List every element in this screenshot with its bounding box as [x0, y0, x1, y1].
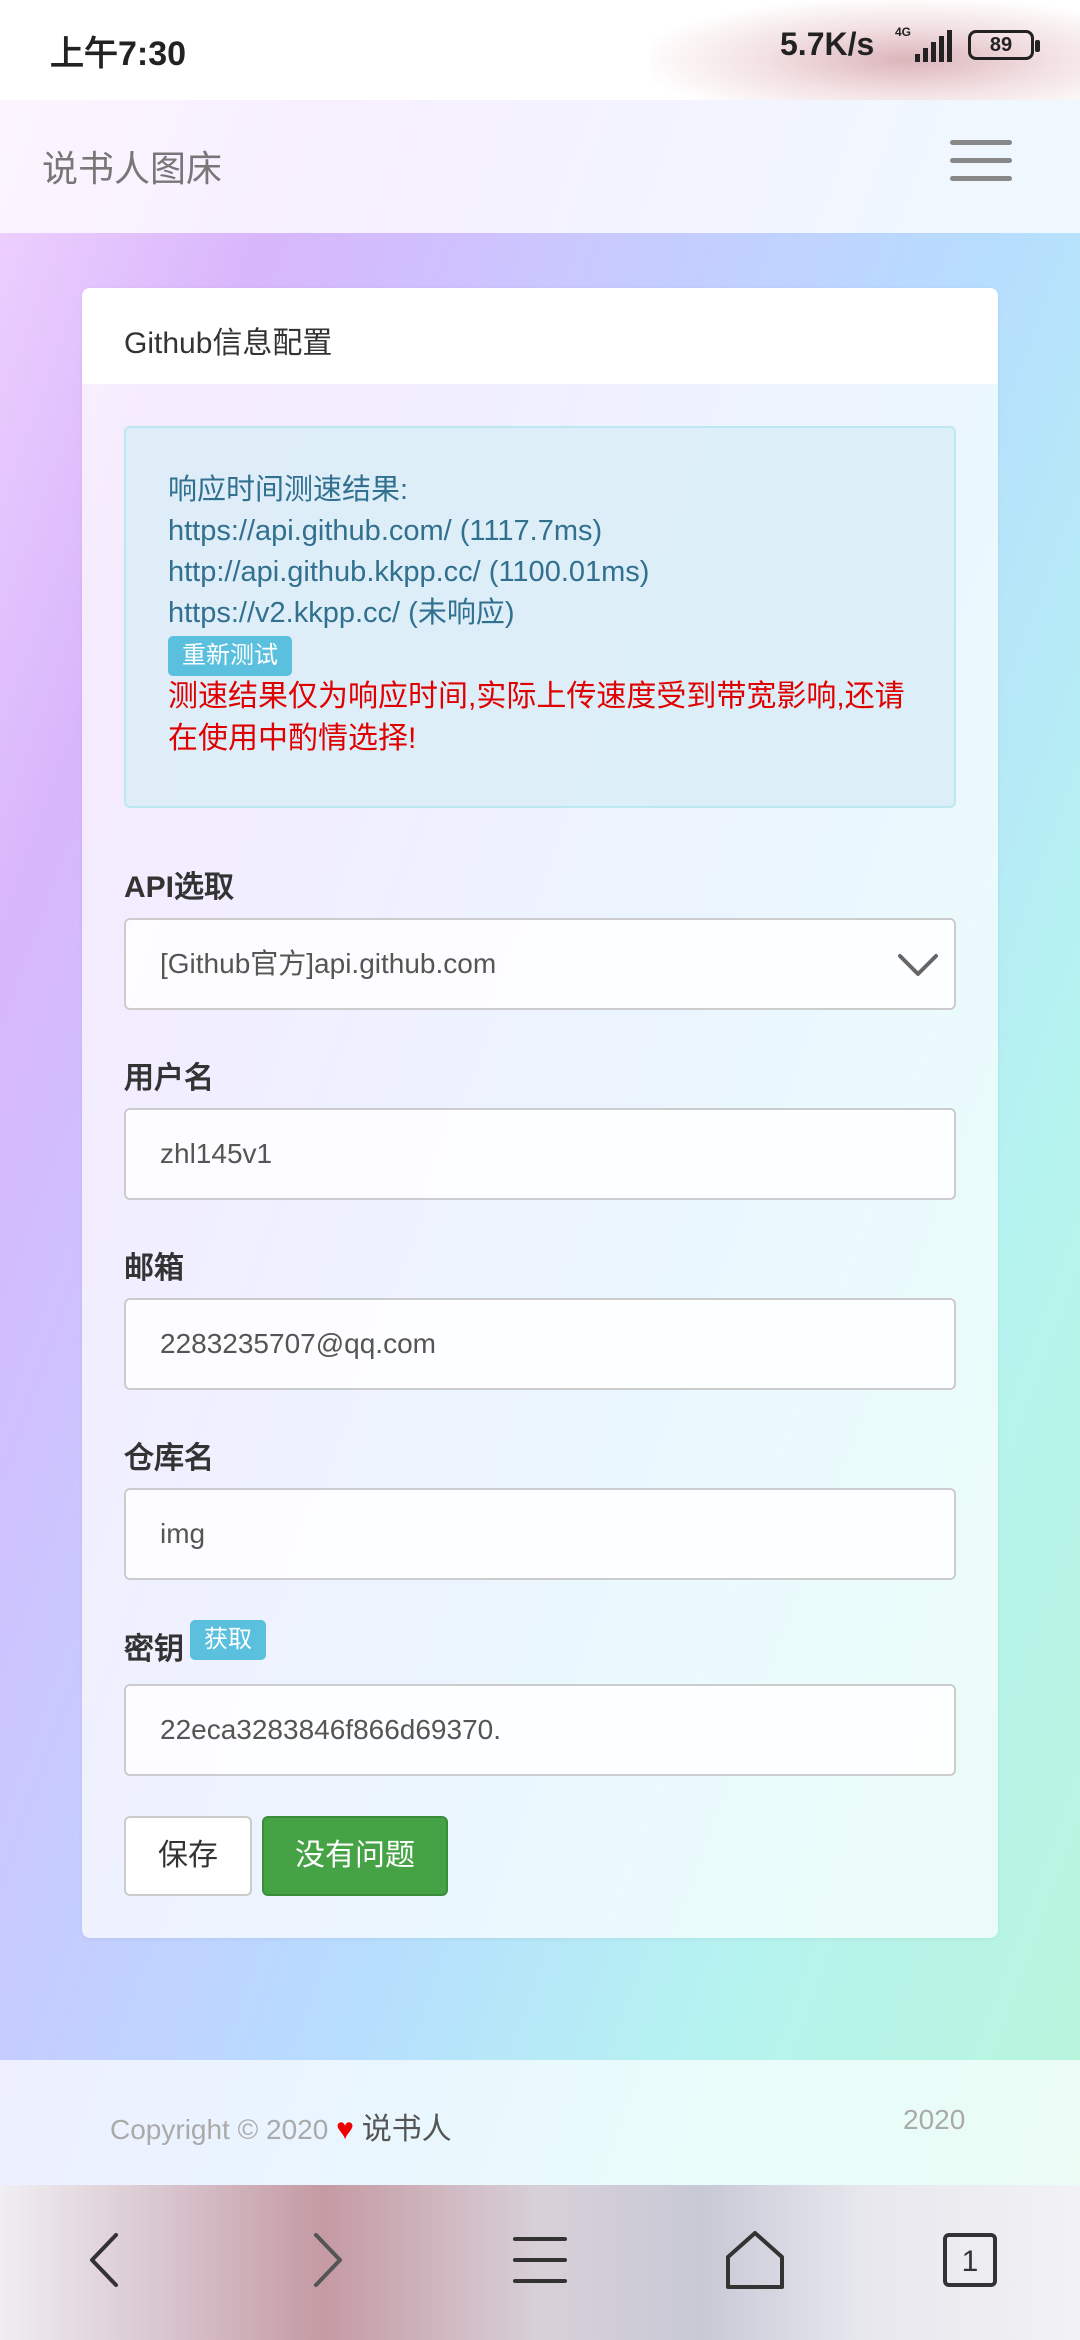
card-header: Github信息配置: [82, 288, 998, 384]
username-label: 用户名: [124, 1062, 214, 1095]
key-label: 密钥: [124, 1633, 184, 1666]
repo-label: 仓库名: [124, 1442, 214, 1475]
speedtest-result: https://v2.kkpp.cc/ (未响应): [168, 597, 515, 629]
retest-button[interactable]: 重新测试: [168, 636, 292, 676]
speedtest-result: http://api.github.kkpp.cc/ (1100.01ms): [168, 556, 650, 588]
status-bar: 上午7:30 5.7K/s 4G 89: [0, 0, 1080, 100]
footer-year: 2020: [903, 2104, 966, 2135]
tab-count: 1: [962, 2245, 979, 2278]
chevron-down-icon: [898, 954, 938, 976]
signal-icon: 4G: [895, 25, 952, 62]
speedtest-result: https://api.github.com/ (1117.7ms): [168, 515, 603, 547]
copyright-text: Copyright © 2020: [110, 2114, 329, 2145]
hamburger-icon[interactable]: [950, 140, 1012, 182]
email-label: 邮箱: [124, 1252, 184, 1285]
ok-button[interactable]: 没有问题: [262, 1816, 448, 1896]
status-time: 上午7:30: [50, 35, 187, 73]
api-label: API选取: [124, 871, 235, 904]
get-key-button[interactable]: 获取: [190, 1620, 266, 1660]
footer: Copyright © 2020 ♥ 说书人 2020: [0, 2060, 1080, 2185]
api-select[interactable]: [Github官方]api.github.com: [124, 918, 956, 1010]
forward-icon[interactable]: [290, 2225, 360, 2295]
browser-bottom-bar: 1: [0, 2185, 1080, 2340]
heart-icon: ♥: [336, 2113, 354, 2146]
home-icon[interactable]: [720, 2225, 790, 2295]
username-input[interactable]: zhl145v1: [124, 1108, 956, 1200]
tabs-icon[interactable]: 1: [935, 2225, 1005, 2295]
navbar: 说书人图床: [0, 100, 1080, 233]
battery-icon: 89: [968, 30, 1040, 60]
speedtest-warning: 测速结果仅为响应时间,实际上传速度受到带宽影响,还请在使用中酌情选择!: [168, 680, 905, 755]
menu-icon[interactable]: [505, 2225, 575, 2295]
brand-title[interactable]: 说书人图床: [42, 140, 222, 192]
network-type: 4G: [895, 25, 911, 39]
speedtest-title: 响应时间测速结果:: [168, 474, 409, 506]
key-input[interactable]: 22eca3283846f866d69370.: [124, 1684, 956, 1776]
back-icon[interactable]: [72, 2225, 142, 2295]
email-input[interactable]: 2283235707@qq.com: [124, 1298, 956, 1390]
repo-input[interactable]: img: [124, 1488, 956, 1580]
speedtest-alert: 响应时间测速结果: https://api.github.com/ (1117.…: [124, 426, 956, 808]
save-button[interactable]: 保存: [124, 1816, 252, 1896]
copyright: Copyright © 2020 ♥ 说书人: [110, 2104, 452, 2148]
status-speed: 5.7K/s: [780, 26, 875, 62]
api-select-value: [Github官方]api.github.com: [160, 948, 497, 979]
config-card: Github信息配置 响应时间测速结果: https://api.github.…: [82, 288, 998, 1938]
footer-author[interactable]: 说书人: [362, 2113, 452, 2146]
